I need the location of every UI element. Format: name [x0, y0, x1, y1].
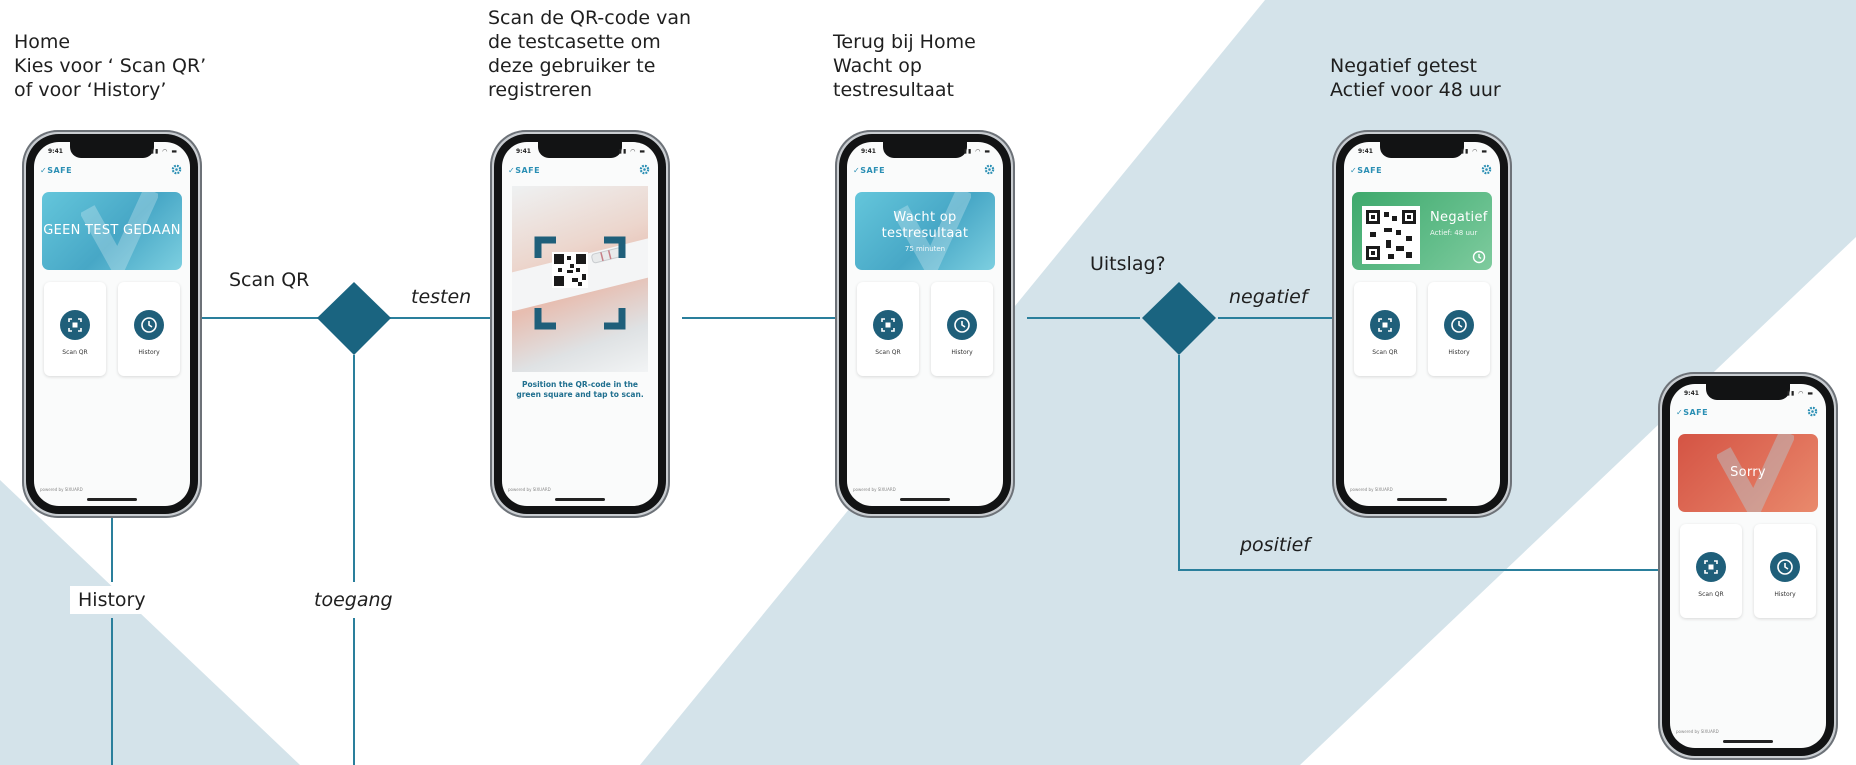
- history-label: History: [951, 349, 973, 356]
- camera-viewfinder[interactable]: [512, 186, 648, 372]
- status-subtext: 75 minuten: [904, 244, 946, 253]
- edge-label-negatief: negatief: [1229, 286, 1308, 308]
- scan-instruction: Position the QR-code in the green square…: [516, 380, 644, 399]
- scan-qr-label: Scan QR: [875, 349, 901, 356]
- history-label: History: [1774, 591, 1796, 598]
- status-time: 9:41: [1358, 148, 1373, 155]
- qr-scan-icon: [873, 310, 903, 340]
- screen-negative: 9:41 ▮▮ ◠ ▬ ✓SAFE Negatief Actief: 48 uu…: [1344, 142, 1500, 506]
- footer-powered-by: powered by SIXUARD: [853, 487, 896, 492]
- history-button[interactable]: History: [118, 282, 180, 376]
- edge-label-toegang: toegang: [306, 586, 401, 614]
- gear-icon[interactable]: [984, 164, 995, 175]
- qr-scan-icon: [1370, 310, 1400, 340]
- phone-scanner: 9:41 ▮▮ ◠ ▬ ✓SAFE Position the QR-code i…: [490, 130, 670, 518]
- signal-battery-icon: ▮▮ ◠ ▬: [1786, 390, 1814, 397]
- status-time: 9:41: [48, 148, 63, 155]
- status-card: Sorry: [1678, 434, 1818, 512]
- scan-qr-label: Scan QR: [62, 349, 88, 356]
- status-text: Wacht op testresultaat: [881, 209, 969, 241]
- edge-label-scan-qr: Scan QR: [229, 269, 310, 291]
- screen-positive: 9:41 ▮▮ ◠ ▬ ✓SAFE Sorry Scan QR History …: [1670, 384, 1826, 748]
- scan-qr-button[interactable]: Scan QR: [1354, 282, 1416, 376]
- status-card: GEEN TEST GEDAAN: [42, 192, 182, 270]
- status-subtext: Actief: 48 uur: [1430, 229, 1478, 237]
- brand-logo: ✓SAFE: [853, 166, 886, 175]
- personal-qr-code[interactable]: [1362, 206, 1420, 264]
- step-label-home: Home Kies voor ‘ Scan QR’ of voor ‘Histo…: [14, 31, 207, 101]
- status-text: GEEN TEST GEDAAN: [43, 223, 181, 238]
- step-label-wait: Terug bij Home Wacht op testresultaat: [833, 31, 976, 101]
- phone-home: 9:41 ▮▮ ◠ ▬ ✓SAFE GEEN TEST GEDAAN Scan …: [22, 130, 202, 518]
- phone-negative: 9:41 ▮▮ ◠ ▬ ✓SAFE Negatief Actief: 48 uu…: [1332, 130, 1512, 518]
- edge-label-testen: testen: [411, 286, 472, 308]
- scan-qr-button[interactable]: Scan QR: [857, 282, 919, 376]
- history-label: History: [1448, 349, 1470, 356]
- history-icon: [1770, 552, 1800, 582]
- brand-logo: ✓SAFE: [508, 166, 541, 175]
- signal-battery-icon: ▮▮ ◠ ▬: [618, 148, 646, 155]
- status-time: 9:41: [1684, 390, 1699, 397]
- gear-icon[interactable]: [639, 164, 650, 175]
- phone-waiting: 9:41 ▮▮ ◠ ▬ ✓SAFE Wacht op testresultaat…: [835, 130, 1015, 518]
- history-icon: [947, 310, 977, 340]
- status-time: 9:41: [861, 148, 876, 155]
- step-label-scan: Scan de QR-code van de testcasette om de…: [488, 7, 692, 101]
- signal-battery-icon: ▮▮ ◠ ▬: [1460, 148, 1488, 155]
- screen-home: 9:41 ▮▮ ◠ ▬ ✓SAFE GEEN TEST GEDAAN Scan …: [34, 142, 190, 506]
- qr-scan-icon: [1696, 552, 1726, 582]
- brand-logo: ✓SAFE: [1350, 166, 1383, 175]
- edge-label-uitslag: Uitslag?: [1090, 253, 1166, 275]
- footer-powered-by: powered by SIXUARD: [1350, 487, 1393, 492]
- history-button[interactable]: History: [1428, 282, 1490, 376]
- scan-qr-label: Scan QR: [1372, 349, 1398, 356]
- status-card: Negatief Actief: 48 uur: [1352, 192, 1492, 270]
- history-icon: [1444, 310, 1474, 340]
- test-cassette-photo: [512, 233, 648, 330]
- status-text: Negatief: [1430, 210, 1488, 225]
- qr-scan-icon: [60, 310, 90, 340]
- footer-powered-by: powered by SIXUARD: [508, 487, 551, 492]
- status-text: Sorry: [1730, 465, 1766, 480]
- decision-diamond-result: [1142, 282, 1216, 355]
- edge-label-history: History: [70, 586, 154, 614]
- scan-qr-button[interactable]: Scan QR: [44, 282, 106, 376]
- footer-powered-by: powered by SIXUARD: [40, 487, 83, 492]
- screen-waiting: 9:41 ▮▮ ◠ ▬ ✓SAFE Wacht op testresultaat…: [847, 142, 1003, 506]
- scan-qr-label: Scan QR: [1698, 591, 1724, 598]
- edge-label-positief: positief: [1240, 534, 1310, 556]
- decision-diamond-scan: [317, 282, 391, 355]
- history-icon: [134, 310, 164, 340]
- clock-icon: [1472, 250, 1486, 264]
- screen-scanner: 9:41 ▮▮ ◠ ▬ ✓SAFE Position the QR-code i…: [502, 142, 658, 506]
- history-button[interactable]: History: [1754, 524, 1816, 618]
- gear-icon[interactable]: [1807, 406, 1818, 417]
- brand-logo: ✓SAFE: [1676, 408, 1709, 417]
- step-label-negative: Negatief getest Actief voor 48 uur: [1330, 55, 1501, 101]
- gear-icon[interactable]: [1481, 164, 1492, 175]
- history-label: History: [138, 349, 160, 356]
- brand-logo: ✓SAFE: [40, 166, 73, 175]
- status-card: Wacht op testresultaat 75 minuten: [855, 192, 995, 270]
- phone-positive: 9:41 ▮▮ ◠ ▬ ✓SAFE Sorry Scan QR History …: [1658, 372, 1838, 760]
- status-time: 9:41: [516, 148, 531, 155]
- qr-code: [552, 252, 588, 288]
- history-button[interactable]: History: [931, 282, 993, 376]
- signal-battery-icon: ▮▮ ◠ ▬: [150, 148, 178, 155]
- gear-icon[interactable]: [171, 164, 182, 175]
- footer-powered-by: powered by SIXUARD: [1676, 729, 1719, 734]
- scan-qr-button[interactable]: Scan QR: [1680, 524, 1742, 618]
- signal-battery-icon: ▮▮ ◠ ▬: [963, 148, 991, 155]
